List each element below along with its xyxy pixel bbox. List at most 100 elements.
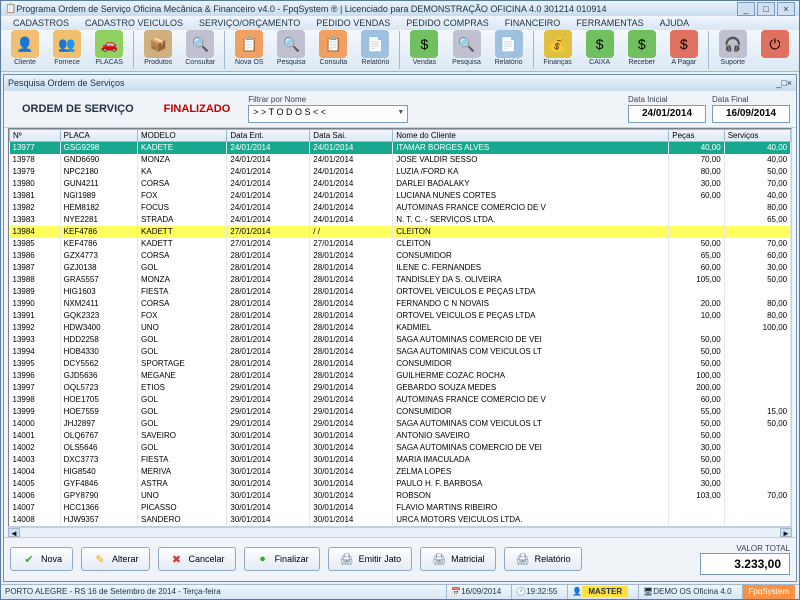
table-row[interactable]: 13992HDW3400UNO28/01/201428/01/2014KADMI…	[10, 322, 793, 334]
cancelar-button[interactable]: ✖Cancelar	[158, 547, 236, 571]
table-row[interactable]: 13983NYE2281STRADA24/01/201424/01/2014N.…	[10, 214, 793, 226]
col-header[interactable]: Nome do Cliente	[393, 129, 669, 141]
tb-relatrio[interactable]: 📄Relatório	[355, 30, 395, 71]
cell: KADETE	[138, 141, 227, 154]
tb-produtos[interactable]: 📦Produtos	[138, 30, 178, 71]
menu-pedidocompras[interactable]: PEDIDO COMPRAS	[398, 16, 497, 30]
table-row[interactable]: 14000JHJ2897GOL29/01/201429/01/2014SAGA …	[10, 418, 793, 430]
cell: ZELMA LOPES	[393, 466, 669, 478]
col-header[interactable]: MODELO	[138, 129, 227, 141]
table-row[interactable]: 13980GUN4211CORSA24/01/201424/01/2014DAR…	[10, 178, 793, 190]
table-row[interactable]: 14005GYF4846ASTRA30/01/201430/01/2014PAU…	[10, 478, 793, 490]
cell: 50,00	[669, 454, 724, 466]
finalizar-button[interactable]: ●Finalizar	[244, 547, 320, 571]
menu-serviooramento[interactable]: SERVIÇO/ORÇAMENTO	[191, 16, 308, 30]
cell: 24/01/2014	[227, 190, 310, 202]
h-scrollbar[interactable]: ◄►	[8, 527, 792, 537]
menu-ajuda[interactable]: AJUDA	[652, 16, 698, 30]
table-row[interactable]: 14002OLS5646GOL30/01/201430/01/2014SAGA …	[10, 442, 793, 454]
table-row[interactable]: 14003DXC3773FIESTA30/01/201430/01/2014MA…	[10, 454, 793, 466]
table-row[interactable]: 13998HOE1705GOL29/01/201429/01/2014AUTOM…	[10, 394, 793, 406]
menu-financeiro[interactable]: FINANCEIRO	[497, 16, 569, 30]
matricial-button[interactable]: 🖨Matricial	[420, 547, 496, 571]
table-row[interactable]: 13978GND6690MONZA24/01/201424/01/2014JOS…	[10, 154, 793, 166]
table-row[interactable]: 13984KEF4786KADETT27/01/2014/ /CLEITONAg…	[10, 226, 793, 238]
cell	[791, 502, 792, 514]
table-row[interactable]: 13979NPC2180KA24/01/201424/01/2014LUZIA …	[10, 166, 793, 178]
table-row[interactable]: 13995DCY5562SPORTAGE28/01/201428/01/2014…	[10, 358, 793, 370]
table-row[interactable]: 14004HIG8540MERIVA30/01/201430/01/2014ZE…	[10, 466, 793, 478]
relatorio-button[interactable]: 🖨Relatório	[504, 547, 582, 571]
tb-fornece[interactable]: 👥Fornece	[47, 30, 87, 71]
table-row[interactable]: 13986GZX4773CORSA28/01/201428/01/2014CON…	[10, 250, 793, 262]
emitir-jato-button[interactable]: 🖨Emitir Jato	[328, 547, 413, 571]
tb-relatrio[interactable]: 📄Relatório	[489, 30, 529, 71]
tb-exit[interactable]: ⏻	[755, 30, 795, 71]
tb-novaos[interactable]: 📋Nova OS	[229, 30, 269, 71]
tb-apagar[interactable]: $A Pagar	[664, 30, 704, 71]
cell: HOB4330	[60, 346, 137, 358]
orders-grid[interactable]: NºPLACAMODELOData Ent.Data Sai.Nome do C…	[8, 128, 792, 527]
consultar-icon: 🔍	[186, 30, 214, 58]
table-row[interactable]: 13987GZJ0138GOL28/01/201428/01/2014ILENE…	[10, 262, 793, 274]
date-end-input[interactable]: 16/09/2014	[712, 105, 790, 123]
maximize-button[interactable]: □	[757, 2, 775, 16]
tb-placas[interactable]: 🚗PLACAS	[89, 30, 129, 71]
tb-consultar[interactable]: 🔍Consultar	[180, 30, 220, 71]
menu-cadastroveiculos[interactable]: CADASTRO VEICULOS	[77, 16, 191, 30]
col-header[interactable]: Data Sai.	[310, 129, 393, 141]
table-row[interactable]: 13990NXM2411CORSA28/01/201428/01/2014FER…	[10, 298, 793, 310]
table-row[interactable]: 13982HEM8182FOCUS24/01/201424/01/2014AUT…	[10, 202, 793, 214]
nova-button[interactable]: ✔Nova	[10, 547, 73, 571]
cell	[791, 430, 792, 442]
cell	[791, 214, 792, 226]
filter-name-dropdown[interactable]: > > T O D O S < <	[248, 105, 408, 123]
cell: 28/01/2014	[310, 346, 393, 358]
cell	[724, 430, 790, 442]
tb-consulta[interactable]: 📋Consulta	[313, 30, 353, 71]
menu-ferramentas[interactable]: FERRAMENTAS	[568, 16, 651, 30]
cell: 14008	[10, 514, 61, 526]
cell: FERNANDO C N NOVAIS	[393, 298, 669, 310]
table-row[interactable]: 13993HDD2258GOL28/01/201428/01/2014SAGA …	[10, 334, 793, 346]
col-header[interactable]: Peças	[669, 129, 724, 141]
cell: HDW3400	[60, 322, 137, 334]
tb-caixa[interactable]: $CAIXA	[580, 30, 620, 71]
col-header[interactable]: Desconto	[791, 129, 792, 141]
menu-pedidovendas[interactable]: PEDIDO VENDAS	[308, 16, 398, 30]
close-button[interactable]: ×	[777, 2, 795, 16]
col-header[interactable]: Data Ent.	[227, 129, 310, 141]
tb-receber[interactable]: $Receber	[622, 30, 662, 71]
cell: OLQ6767	[60, 430, 137, 442]
tb-pesquisa[interactable]: 🔍Pesquisa	[446, 30, 486, 71]
table-row[interactable]: 14007HCC1366PICASSO30/01/201430/01/2014F…	[10, 502, 793, 514]
table-row[interactable]: 13989HIG1603FIESTA28/01/201428/01/2014OR…	[10, 286, 793, 298]
tb-finanas[interactable]: 💰Finanças	[538, 30, 578, 71]
tb-suporte[interactable]: 🎧Suporte	[713, 30, 753, 71]
alterar-button[interactable]: ✎Alterar	[81, 547, 150, 571]
table-row[interactable]: 13988GRA5557MONZA28/01/201428/01/2014TAN…	[10, 274, 793, 286]
table-row[interactable]: 14008HJW9357SANDERO30/01/201430/01/2014U…	[10, 514, 793, 526]
cell: KADMIEL	[393, 322, 669, 334]
table-row[interactable]: 13977GSG9298KADETE24/01/201424/01/2014IT…	[10, 141, 793, 154]
table-row[interactable]: 14001OLQ6767SAVEIRO30/01/201430/01/2014A…	[10, 430, 793, 442]
sub-close-button[interactable]: ×	[787, 78, 792, 88]
table-row[interactable]: 13985KEF4786KADETT27/01/201427/01/2014CL…	[10, 238, 793, 250]
table-row[interactable]: 13999HOE7559GOL29/01/201429/01/2014CONSU…	[10, 406, 793, 418]
col-header[interactable]: Serviços	[724, 129, 790, 141]
table-row[interactable]: 13981NGI1989FOX24/01/201424/01/2014LUCIA…	[10, 190, 793, 202]
minimize-button[interactable]: _	[737, 2, 755, 16]
cell: HJW9357	[60, 514, 137, 526]
tb-pesquisa[interactable]: 🔍Pesquisa	[271, 30, 311, 71]
tb-vendas[interactable]: $Vendas	[404, 30, 444, 71]
menu-cadastros[interactable]: CADASTROS	[5, 16, 77, 30]
table-row[interactable]: 13996GJD5636MEGANE28/01/201428/01/2014GU…	[10, 370, 793, 382]
col-header[interactable]: PLACA	[60, 129, 137, 141]
table-row[interactable]: 13997OQL5723ETIOS29/01/201429/01/2014GEB…	[10, 382, 793, 394]
table-row[interactable]: 13991GQK2323FOX28/01/201428/01/2014ORTOV…	[10, 310, 793, 322]
col-header[interactable]: Nº	[10, 129, 61, 141]
table-row[interactable]: 13994HOB4330GOL28/01/201428/01/2014SAGA …	[10, 346, 793, 358]
tb-cliente[interactable]: 👤Cliente	[5, 30, 45, 71]
date-start-input[interactable]: 24/01/2014	[628, 105, 706, 123]
table-row[interactable]: 14006GPY8790UNO30/01/201430/01/2014ROBSO…	[10, 490, 793, 502]
